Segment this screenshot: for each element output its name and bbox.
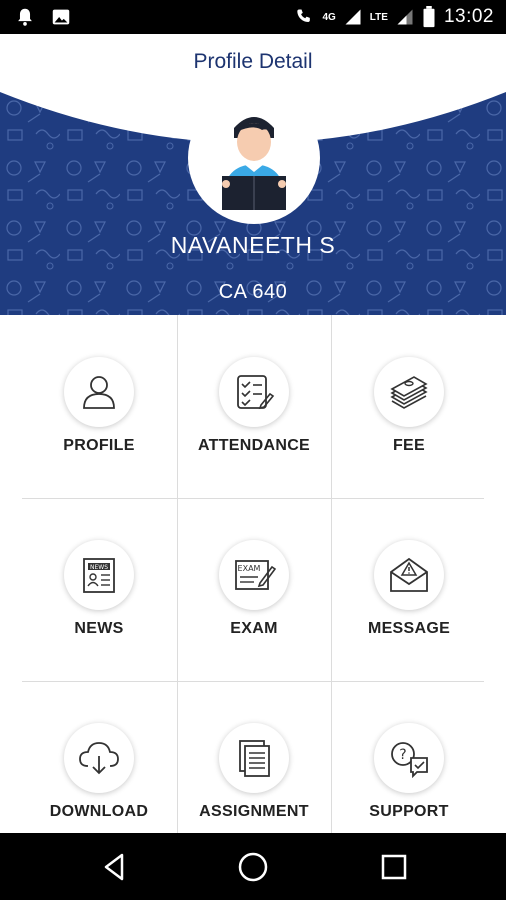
exam-icon: EXAM	[219, 540, 289, 610]
fee-icon	[374, 357, 444, 427]
menu-item-label: MESSAGE	[367, 620, 451, 637]
status-left-icons	[14, 6, 72, 28]
menu-item-exam[interactable]: EXAM EXAM	[170, 498, 338, 681]
menu-item-fee[interactable]: FEE	[325, 315, 493, 498]
network-label: LTE	[369, 11, 388, 23]
profile-icon	[64, 357, 134, 427]
svg-text:EXAM: EXAM	[238, 564, 261, 573]
menu-item-label: DOWNLOAD	[49, 803, 149, 820]
status-bar: 4G LTE 13:02	[0, 0, 506, 34]
menu-item-news[interactable]: NEWS NEWS	[15, 498, 183, 681]
menu-item-message[interactable]: MESSAGE	[325, 498, 493, 681]
menu-grid: PROFILE ATTENDANCE FEE NEWS NEWS EXAM EX…	[0, 315, 506, 833]
menu-item-label: SUPPORT	[369, 803, 449, 820]
svg-text:NEWS: NEWS	[90, 564, 108, 571]
home-icon[interactable]	[236, 850, 270, 884]
recents-icon[interactable]	[377, 850, 411, 884]
menu-item-label: ATTENDANCE	[197, 437, 311, 454]
wifi-calling-icon	[297, 9, 311, 22]
menu-item-profile[interactable]: PROFILE	[15, 315, 183, 498]
menu-item-attendance[interactable]: ATTENDANCE	[170, 315, 338, 498]
assignment-icon	[219, 723, 289, 793]
student-avatar-icon	[222, 117, 286, 210]
svg-text:?: ?	[399, 747, 406, 763]
signal-icon	[397, 9, 413, 25]
battery-icon	[423, 6, 435, 28]
student-name: NAVANEETH S	[170, 232, 336, 258]
menu-item-label: EXAM	[230, 620, 278, 637]
menu-item-label: FEE	[392, 437, 426, 454]
message-icon	[374, 540, 444, 610]
attendance-icon	[219, 357, 289, 427]
notification-bell-icon	[18, 8, 32, 26]
image-icon	[52, 9, 70, 25]
page-title: Profile Detail	[193, 50, 313, 73]
clock: 13:02	[443, 6, 494, 27]
data-type-label: 4G	[322, 11, 336, 23]
support-icon: ?	[374, 723, 444, 793]
status-right-icons: 4G LTE 13:02	[294, 0, 494, 34]
menu-item-label: PROFILE	[63, 437, 135, 454]
back-icon[interactable]	[98, 850, 132, 884]
news-icon: NEWS	[64, 540, 134, 610]
avatar	[188, 92, 320, 224]
menu-item-label: NEWS	[74, 620, 124, 637]
profile-header: Profile Detail NAVANEETH S CA 640	[0, 34, 506, 315]
signal-icon	[345, 9, 361, 25]
student-id: CA 640	[218, 281, 288, 303]
menu-item-label: ASSIGNMENT	[199, 803, 309, 820]
system-nav-bar	[0, 833, 506, 900]
download-icon	[64, 723, 134, 793]
